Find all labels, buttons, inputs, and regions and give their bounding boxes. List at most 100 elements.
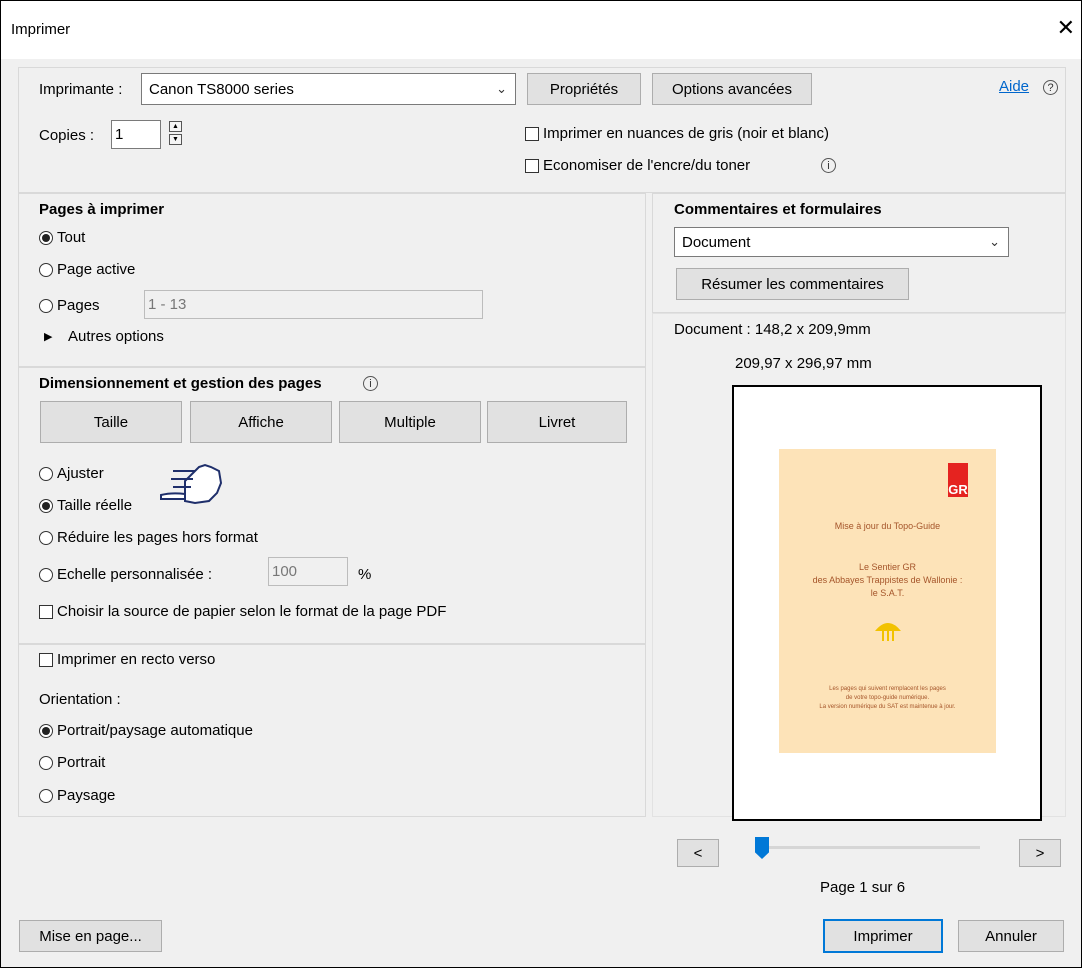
document-size-label: Document : 148,2 x 209,9mm [674, 321, 871, 338]
orientation-auto-label: Portrait/paysage automatique [57, 722, 253, 739]
pages-heading: Pages à imprimer [39, 201, 165, 218]
grayscale-checkbox[interactable]: Imprimer en nuances de gris (noir et bla… [525, 125, 829, 142]
printer-select[interactable]: Canon TS8000 series ⌄ [141, 73, 516, 105]
radio-selected-icon[interactable] [39, 723, 53, 738]
page-slider-thumb[interactable] [755, 837, 769, 859]
radio-icon[interactable] [39, 262, 53, 277]
doc-line-3: des Abbayes Trappistes de Wallonie : [812, 575, 963, 585]
printer-selected-value: Canon TS8000 series [149, 80, 294, 98]
radio-icon[interactable] [39, 755, 53, 770]
pages-range-label: Pages [57, 297, 100, 314]
duplex-check-box[interactable] [39, 652, 53, 667]
cancel-button[interactable]: Annuler [958, 920, 1064, 952]
orientation-portrait-label: Portrait [57, 754, 106, 771]
paper-source-checkbox[interactable]: Choisir la source de papier selon le for… [39, 603, 446, 620]
doc-line-2: Le Sentier GR [858, 562, 917, 572]
tab-multiple[interactable]: Multiple [339, 401, 481, 443]
actual-size-label: Taille réelle [57, 497, 133, 514]
copies-down-arrow-icon[interactable]: ▼ [169, 134, 182, 145]
doc-line-4: le S.A.T. [870, 588, 905, 598]
chevron-down-icon: ⌄ [989, 234, 1000, 249]
pointing-hand-icon [160, 463, 223, 505]
radio-icon[interactable] [39, 530, 53, 545]
comments-heading: Commentaires et formulaires [674, 201, 882, 218]
triangle-right-icon[interactable]: ▶ [44, 330, 52, 343]
orientation-label: Orientation : [39, 691, 121, 708]
copies-label: Copies : [39, 127, 95, 144]
radio-icon[interactable] [39, 567, 53, 582]
radio-icon[interactable] [39, 788, 53, 803]
doc-foot-1: Les pages qui suivent remplacent les pag… [829, 686, 946, 692]
pages-range-value: 1 - 13 [148, 296, 187, 313]
tab-size[interactable]: Taille [40, 401, 182, 443]
radio-selected-icon[interactable] [39, 498, 53, 513]
duplex-label: Imprimer en recto verso [57, 651, 216, 668]
save-ink-label: Economiser de l'encre/du toner [543, 157, 751, 174]
page-slider-track[interactable] [755, 846, 980, 849]
tab-booklet[interactable]: Livret [487, 401, 627, 443]
grayscale-check-box[interactable] [525, 126, 539, 141]
info-icon[interactable]: i [363, 376, 378, 391]
fit-radio[interactable]: Ajuster [39, 465, 104, 482]
comments-selected-value: Document [682, 233, 751, 251]
fit-label: Ajuster [57, 465, 104, 482]
help-link[interactable]: Aide [999, 78, 1029, 95]
tab-poster[interactable]: Affiche [190, 401, 332, 443]
custom-scale-radio[interactable]: Echelle personnalisée : [39, 566, 212, 583]
paper-source-check-box[interactable] [39, 604, 53, 619]
custom-scale-input[interactable]: 100 [268, 557, 348, 586]
print-button[interactable]: Imprimer [823, 919, 943, 953]
sizing-heading: Dimensionnement et gestion des pages [39, 375, 322, 392]
more-options-label[interactable]: Autres options [68, 328, 164, 345]
save-ink-checkbox[interactable]: Economiser de l'encre/du toner [525, 157, 750, 174]
orientation-landscape-label: Paysage [57, 787, 116, 804]
shrink-radio[interactable]: Réduire les pages hors format [39, 529, 258, 546]
custom-scale-unit: % [358, 566, 372, 583]
orientation-landscape-radio[interactable]: Paysage [39, 787, 115, 804]
orientation-auto-radio[interactable]: Portrait/paysage automatique [39, 722, 253, 739]
copies-value: 1 [115, 126, 124, 143]
copies-input[interactable]: 1 [111, 120, 161, 149]
tab-size-label: Taille [93, 413, 129, 431]
info-icon[interactable]: i [821, 158, 836, 173]
pages-current-radio[interactable]: Page active [39, 261, 135, 278]
custom-scale-value: 100 [272, 563, 298, 580]
grayscale-label: Imprimer en nuances de gris (noir et bla… [543, 125, 829, 142]
summarize-comments-button[interactable]: Résumer les commentaires [676, 268, 909, 300]
window-title: Imprimer [11, 21, 71, 38]
pages-range-radio[interactable]: Pages [39, 297, 100, 314]
radio-icon[interactable] [39, 466, 53, 481]
title-bar: Imprimer ✕ [1, 1, 1081, 59]
previous-page-button[interactable]: < [677, 839, 719, 867]
printer-label: Imprimante : [39, 81, 123, 98]
shrink-label: Réduire les pages hors format [57, 529, 258, 546]
page-setup-button[interactable]: Mise en page... [19, 920, 162, 952]
tab-multiple-label: Multiple [384, 413, 436, 431]
save-ink-check-box[interactable] [525, 158, 539, 173]
duplex-checkbox[interactable]: Imprimer en recto verso [39, 651, 215, 668]
question-circle-icon[interactable]: ? [1043, 80, 1058, 95]
radio-selected-icon[interactable] [39, 230, 53, 245]
close-icon[interactable]: ✕ [1057, 15, 1075, 41]
gr-logo-text: GR [948, 482, 968, 497]
pages-all-radio[interactable]: Tout [39, 229, 85, 246]
custom-scale-label: Echelle personnalisée : [57, 566, 213, 583]
paper-source-label: Choisir la source de papier selon le for… [57, 603, 447, 620]
tab-poster-label: Affiche [238, 413, 284, 431]
next-page-button[interactable]: > [1019, 839, 1061, 867]
actual-size-radio[interactable]: Taille réelle [39, 497, 132, 514]
properties-button[interactable]: Propriétés [527, 73, 641, 105]
comments-select[interactable]: Document ⌄ [674, 227, 1009, 257]
print-dialog: Imprimer ✕ Imprimante : Canon TS8000 ser… [0, 0, 1082, 968]
copies-up-arrow-icon[interactable]: ▲ [169, 121, 182, 132]
tab-booklet-label: Livret [538, 413, 576, 431]
shell-emblem-icon [875, 623, 901, 641]
orientation-portrait-radio[interactable]: Portrait [39, 754, 105, 771]
pages-all-label: Tout [57, 229, 86, 246]
paper-size-label: 209,97 x 296,97 mm [735, 355, 872, 372]
pages-range-input[interactable]: 1 - 13 [144, 290, 483, 319]
doc-line-1: Mise à jour du Topo-Guide [834, 521, 941, 531]
radio-icon[interactable] [39, 298, 53, 313]
chevron-down-icon: ⌄ [496, 81, 507, 96]
advanced-options-button[interactable]: Options avancées [652, 73, 812, 105]
